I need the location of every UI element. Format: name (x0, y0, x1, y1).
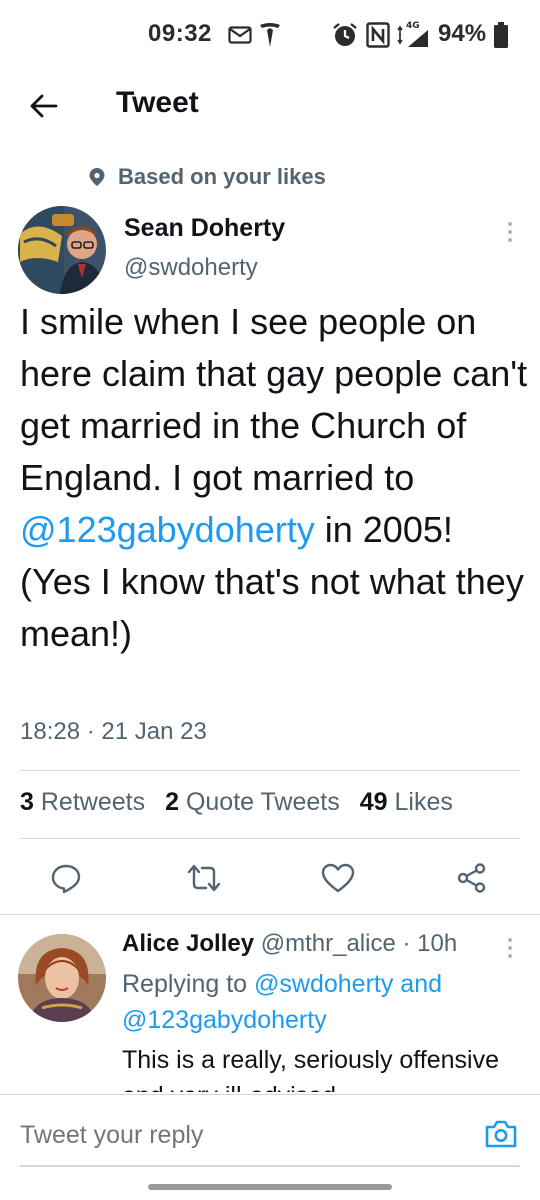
page-title: Tweet (116, 86, 199, 119)
tweet-text: I smile when I see people on here claim … (20, 296, 530, 660)
retweets-label: Retweets (40, 788, 146, 816)
reply-input[interactable] (20, 1121, 460, 1150)
camera-button[interactable] (484, 1119, 520, 1151)
quotes-stat[interactable]: 2 Quote Tweets (165, 788, 340, 817)
author-handle[interactable]: @swdoherty (124, 254, 258, 282)
quotes-count: 2 (165, 788, 179, 816)
tweet-context: Based on your likes (88, 162, 326, 192)
more-dot (508, 938, 512, 942)
quotes-label: Quote Tweets (185, 788, 340, 816)
context-label: Based on your likes (118, 164, 326, 189)
reply-avatar-image (18, 934, 106, 1022)
reply-author-name[interactable]: Alice Jolley (122, 930, 254, 957)
retweets-count: 3 (20, 788, 34, 816)
back-button[interactable] (22, 84, 66, 128)
battery-percent: 94% (438, 20, 487, 47)
tweet-stats: 3 Retweets 2 Quote Tweets 49 Likes (20, 788, 453, 817)
retweet-icon (187, 864, 221, 892)
replying-prefix: Replying to (122, 970, 255, 998)
share-button[interactable] (454, 860, 490, 896)
divider (20, 838, 520, 839)
network-label: 4G (406, 21, 420, 31)
reply-composer (0, 1094, 540, 1180)
reply-header: Alice Jolley @mthr_alice · 10h (122, 930, 457, 958)
reply-text: This is a really, seriously offensive an… (122, 1046, 500, 1092)
more-dot (508, 946, 512, 950)
like-icon (321, 863, 355, 893)
author-avatar-image (18, 206, 106, 294)
likes-stat[interactable]: 49 Likes (360, 788, 453, 817)
author-name[interactable]: Sean Doherty (124, 214, 285, 243)
battery-icon (494, 22, 508, 53)
camera-icon (485, 1120, 517, 1148)
reply-avatar[interactable] (18, 934, 106, 1022)
context-pin-icon (89, 168, 105, 186)
more-dot (508, 222, 512, 226)
more-icon[interactable] (498, 218, 522, 246)
more-icon[interactable] (498, 934, 522, 962)
more-dot (508, 954, 512, 958)
back-arrow-icon (30, 94, 58, 118)
gesture-bar[interactable] (148, 1184, 392, 1190)
tesla-icon (258, 22, 282, 53)
mail-icon (228, 26, 252, 49)
divider (20, 770, 520, 771)
nfc-icon (366, 22, 390, 53)
tweet-mention-link[interactable]: @123gabydoherty (20, 509, 315, 550)
tweet-timestamp[interactable]: 18:28 · 21 Jan 23 (20, 718, 207, 746)
replying-to: Replying to @swdoherty and @123gabydohert… (122, 966, 522, 1038)
reply-icon (51, 864, 81, 894)
tweet-text-part: I smile when I see people on here claim … (20, 301, 528, 498)
likes-count: 49 (359, 788, 388, 816)
status-time: 09:32 (148, 20, 212, 47)
replying-join: and (393, 970, 443, 998)
alarm-icon (332, 22, 358, 53)
signal-icon: 4G (396, 20, 430, 53)
app-header: Tweet (0, 72, 540, 136)
composer-underline (20, 1165, 520, 1167)
retweet-button[interactable] (186, 860, 222, 896)
likes-label: Likes (394, 788, 453, 816)
author-avatar[interactable] (18, 206, 106, 294)
more-dot (508, 238, 512, 242)
status-bar: 09:32 4G 94% (0, 0, 540, 72)
more-dot (508, 230, 512, 234)
retweets-stat[interactable]: 3 Retweets (20, 788, 145, 817)
replying-mention-2[interactable]: @123gabydoherty (122, 1006, 327, 1034)
reply-button[interactable] (48, 860, 84, 896)
share-icon (457, 863, 486, 893)
divider (0, 914, 540, 915)
reply-meta: @mthr_alice · 10h (260, 930, 458, 957)
like-button[interactable] (320, 860, 356, 896)
replying-mention-1[interactable]: @swdoherty (254, 970, 393, 998)
